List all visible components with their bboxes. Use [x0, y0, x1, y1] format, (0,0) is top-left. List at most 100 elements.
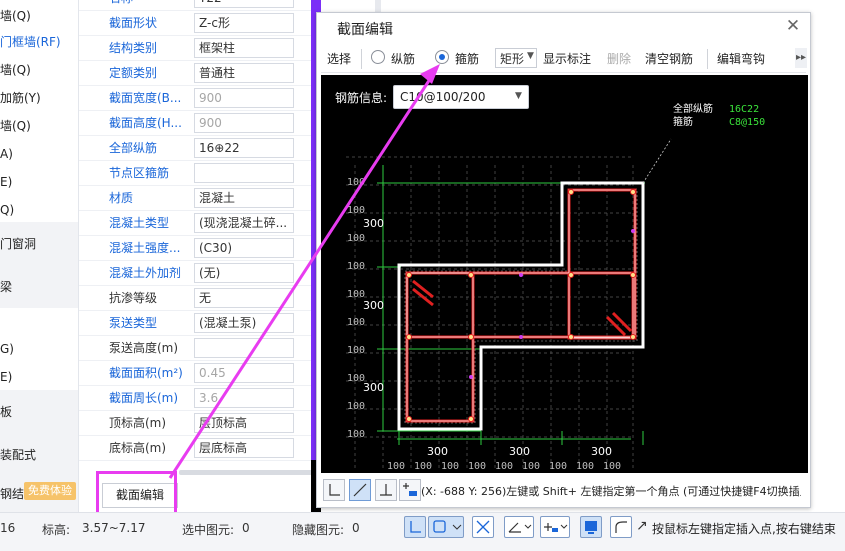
stirrup-left-vertical: [405, 271, 475, 423]
nav-item[interactable]: 墙(Q): [0, 58, 78, 82]
delete-button[interactable]: 删除: [607, 50, 631, 68]
property-value[interactable]: 0.45: [194, 363, 294, 383]
shape-dropdown[interactable]: 矩形 ▼: [495, 48, 537, 68]
legend-value: C8@150: [729, 117, 766, 128]
nav-item-label: 墙(Q): [0, 63, 31, 77]
property-value[interactable]: (现浇混凝土碎...: [194, 213, 294, 233]
tick-label: 100: [347, 317, 365, 328]
dimension-icon[interactable]: [540, 516, 570, 538]
nav-item[interactable]: E): [0, 365, 78, 389]
property-name: 截面周长(m): [109, 391, 179, 405]
property-row: 抗渗等级 无: [79, 286, 311, 311]
rebar-legend: 全部纵筋 16C22 箍筋 C8@150: [673, 103, 765, 129]
rebar-info-select[interactable]: C10@100/200 ▼: [393, 85, 529, 109]
dim-label: 300: [363, 381, 384, 394]
property-name: 顶标高(m): [109, 416, 167, 430]
ortho-toggle-icon[interactable]: [404, 516, 426, 538]
nav-item[interactable]: E): [0, 170, 78, 194]
stirrup-label[interactable]: 箍筋: [455, 50, 479, 68]
stirrup-radio[interactable]: [435, 50, 449, 64]
longitudinal-radio[interactable]: [371, 50, 385, 64]
property-value[interactable]: 普通柱: [194, 63, 294, 83]
property-value[interactable]: 无: [194, 288, 294, 308]
tick-label: 100: [347, 233, 365, 244]
property-value[interactable]: 框架柱: [194, 38, 294, 58]
longitudinal-label[interactable]: 纵筋: [391, 50, 415, 68]
property-value[interactable]: Z-c形: [194, 13, 294, 33]
nav-item-label: 门窗洞: [0, 237, 37, 251]
cross-icon[interactable]: [472, 516, 494, 538]
tick-label: 100: [603, 461, 621, 472]
nav-category-slab[interactable]: 板: [0, 390, 78, 434]
property-value[interactable]: (混凝土泵): [194, 313, 294, 333]
edit-hook-button[interactable]: 编辑弯钩: [717, 50, 765, 68]
property-name: 泵送高度(m): [109, 341, 179, 355]
arc-icon[interactable]: [610, 516, 632, 538]
hidden-label: 隐藏图元:: [292, 523, 345, 537]
nav-item[interactable]: 墙(Q): [0, 4, 78, 28]
nav-item-label: 装配式: [0, 448, 37, 462]
rebar-info-value: C10@100/200: [400, 90, 486, 104]
property-name: 定额类别: [109, 66, 158, 80]
line-icon[interactable]: [349, 479, 371, 501]
toolbar-divider: [707, 49, 708, 69]
property-value[interactable]: 混凝土: [194, 188, 294, 208]
tick-label: 100: [347, 401, 365, 412]
display-toggle-icon[interactable]: [580, 516, 602, 538]
nav-category-beam[interactable]: 梁: [0, 266, 78, 308]
nav-item[interactable]: 加筋(Y): [0, 86, 78, 110]
property-hscrollbar[interactable]: [179, 470, 329, 475]
highlight-box: [96, 471, 177, 518]
nav-item[interactable]: 门框墙(RF): [0, 30, 78, 54]
bottom-ticks: 100 100 100 100 100 100 100 100 100: [387, 461, 621, 472]
left-value: 16: [0, 521, 16, 535]
property-value[interactable]: [194, 163, 294, 183]
nav-category-prefab[interactable]: 装配式: [0, 434, 78, 476]
property-value[interactable]: T22: [194, 0, 294, 8]
property-value[interactable]: 900: [194, 88, 294, 108]
property-row: 结构类别 框架柱: [79, 36, 311, 61]
dim-label: 300: [509, 445, 530, 458]
angle-icon[interactable]: [504, 516, 534, 538]
property-value[interactable]: 层顶标高: [194, 413, 294, 433]
property-row: 截面面积(m²) 0.45: [79, 361, 311, 386]
more-icon[interactable]: ▸▸: [795, 48, 807, 68]
property-value[interactable]: 16⊕22: [194, 138, 294, 158]
select-button[interactable]: 选择: [327, 50, 351, 68]
property-row: 底标高(m) 层底标高: [79, 436, 311, 461]
cover-line: [404, 188, 638, 424]
stirrup-highlight: [406, 189, 636, 422]
property-row: 混凝土外加剂 (无): [79, 261, 311, 286]
middle-bars: [469, 229, 635, 379]
property-value[interactable]: (C30): [194, 238, 294, 258]
nav-item[interactable]: G): [0, 337, 78, 361]
chevron-down-icon: ▼: [515, 91, 522, 101]
ortho-icon[interactable]: [323, 479, 345, 501]
section-drawing-canvas[interactable]: 100 100 100 100 100 100 100 100 100 100 …: [321, 75, 808, 473]
nav-item[interactable]: 墙(Q): [0, 114, 78, 138]
property-value[interactable]: 3.6: [194, 388, 294, 408]
perpendicular-icon[interactable]: [375, 479, 397, 501]
close-icon[interactable]: ✕: [783, 16, 803, 36]
dim-label: 300: [591, 445, 612, 458]
free-trial-badge[interactable]: 免费体验: [24, 482, 76, 500]
grid-lines: [346, 156, 634, 469]
clear-rebar-button[interactable]: 清空钢筋: [645, 50, 693, 68]
tick-label: 100: [522, 461, 540, 472]
show-labels-button[interactable]: 显示标注: [543, 50, 591, 68]
property-value[interactable]: 层底标高: [194, 438, 294, 458]
snap-toggle-icon[interactable]: [428, 516, 464, 538]
insert-point-icon[interactable]: [399, 479, 421, 501]
tick-label: 100: [576, 461, 594, 472]
legend-key: 全部纵筋: [673, 104, 713, 115]
nav-item-label: 墙(Q): [0, 119, 31, 133]
property-value[interactable]: [194, 338, 294, 358]
property-row: 混凝土类型 (现浇混凝土碎...: [79, 211, 311, 236]
nav-category-openings[interactable]: 门窗洞: [0, 222, 78, 266]
nav-item[interactable]: A): [0, 142, 78, 166]
nav-item[interactable]: Q): [0, 198, 78, 222]
property-value[interactable]: 900: [194, 113, 294, 133]
property-value[interactable]: (无): [194, 263, 294, 283]
bottom-status-bar: 16 标高: 3.57~7.17 选中图元: 0 隐藏图元: 0 ↗ 按鼠标左键…: [0, 512, 845, 551]
dim-label: 300: [363, 299, 384, 312]
